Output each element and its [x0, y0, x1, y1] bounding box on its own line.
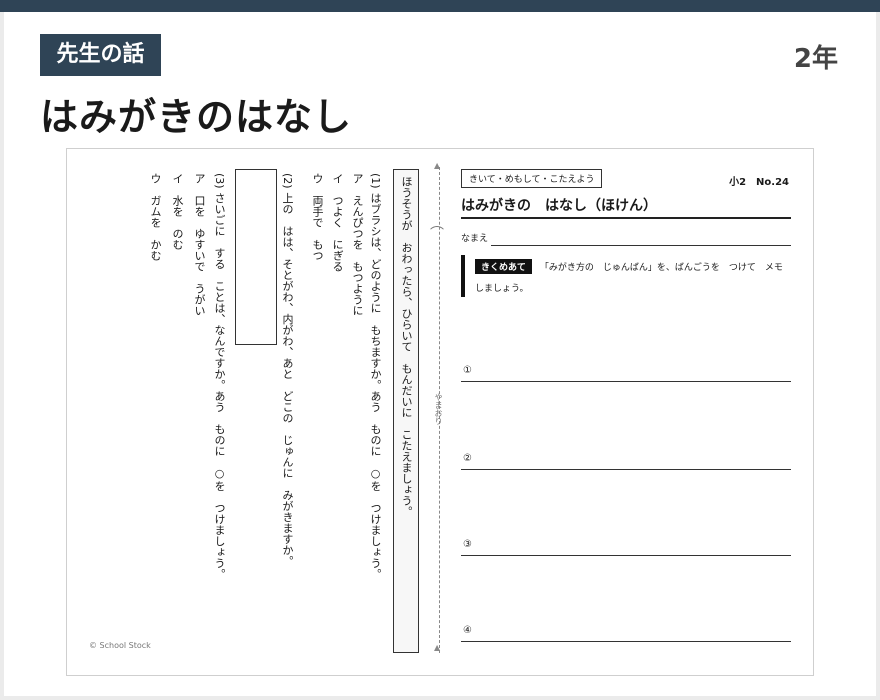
memo-number-3: ③ — [463, 539, 472, 550]
q1-prompt: (1) はブラシは、どのように もちますか。あう ものに ○を つけましょう。 — [369, 173, 382, 580]
grade-label: 2年 — [793, 44, 838, 74]
page-title: はみがきのはなし — [40, 95, 353, 139]
activity-tag: きいて・めもして・こたえよう — [461, 169, 603, 188]
fold-mountain-icon: ⌒ — [430, 226, 444, 242]
memo-line-4[interactable] — [461, 641, 791, 642]
listening-goal: きくめあて 「みがき方の じゅんばん」を、ばんごうを つけて メモしましょう。 — [461, 255, 791, 297]
memo-number-1: ① — [463, 365, 472, 376]
q1-option-a: ア えんぴつを もつように — [351, 173, 364, 316]
q2-prompt: (2) 上の はは、そとがわ、内がわ、あと どこの じゅんに みがきますか。 — [281, 173, 294, 567]
q3-option-u: ウ ガムを かむ — [149, 173, 162, 261]
worksheet: ほうそうが おわったら、ひらいて もんだいに こたえましょう。 (1) はブラシ… — [66, 148, 814, 676]
worksheet-subtitle: はみがきの はなし（ほけん） — [461, 198, 657, 214]
memo-number-2: ② — [463, 453, 472, 464]
fold-label: やまおり — [434, 393, 443, 425]
subtitle-rule — [461, 217, 791, 219]
instructions-box: ほうそうが おわったら、ひらいて もんだいに こたえましょう。 — [393, 169, 419, 653]
top-accent-bar — [0, 0, 880, 12]
memo-number-4: ④ — [463, 625, 472, 636]
name-label: なまえ — [461, 234, 489, 244]
sheet-number: 小2 No.24 — [729, 177, 789, 188]
memo-line-2[interactable] — [461, 469, 791, 470]
copyright: © School Stock — [89, 641, 151, 650]
fold-arrow-top-icon: ▲ — [434, 161, 441, 170]
fold-arrow-bottom-icon: ▲ — [434, 643, 441, 652]
memo-line-1[interactable] — [461, 381, 791, 382]
q2-answer-box[interactable] — [235, 169, 277, 345]
listening-goal-tag: きくめあて — [475, 259, 532, 274]
instructions-text: ほうそうが おわったら、ひらいて もんだいに こたえましょう。 — [400, 176, 413, 517]
memo-line-3[interactable] — [461, 555, 791, 556]
q1-option-i: イ つよく にぎる — [331, 173, 344, 272]
q1-option-u: ウ 両手で もつ — [311, 173, 324, 261]
q3-option-a: ア 口を ゆすいで うがい — [193, 173, 206, 316]
q3-option-i: イ 水を のむ — [171, 173, 184, 250]
section-badge: 先生の話 — [40, 34, 161, 76]
name-input-line[interactable] — [491, 245, 791, 246]
q3-prompt: (3) さいごに する ことは、なんですか。あう ものに ○を つけましょう。 — [213, 173, 226, 580]
